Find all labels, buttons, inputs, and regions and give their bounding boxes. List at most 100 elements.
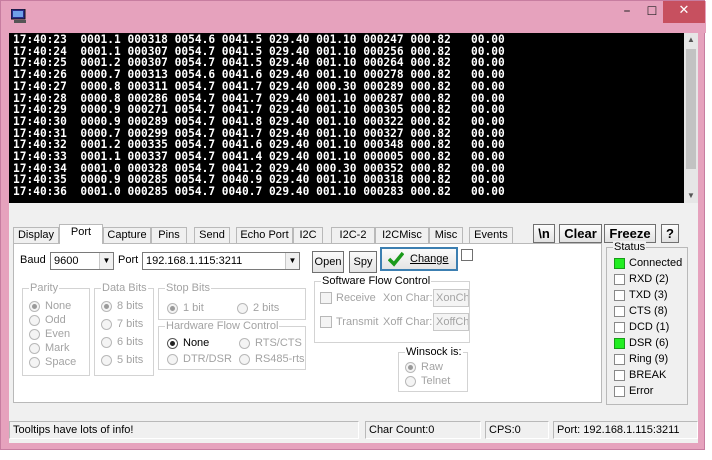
tab-echo-port[interactable]: Echo Port [236,227,293,243]
terminal-scrollbar[interactable]: ▲ ▼ [684,33,698,203]
tab-send[interactable]: Send [194,227,230,243]
winsock-telnet-label: Telnet [421,375,451,387]
app-terminal-icon [11,9,26,23]
stop-bits-1-radio[interactable] [167,303,178,314]
data-bits-6-radio[interactable] [101,337,112,348]
status-bar: Tooltips have lots of info! Char Count:0… [9,419,698,441]
port-label: Port [118,254,139,266]
data-bits-7-radio[interactable] [101,319,112,330]
parity-none-radio[interactable] [29,301,40,312]
status-led-icon [614,386,625,397]
receive-checkbox[interactable] [320,292,332,304]
help-button[interactable]: ? [661,224,679,243]
data-bits-8-radio[interactable] [101,301,112,312]
baud-value: 9600 [54,255,79,267]
hw-flow-rs485-label: RS485-rts [255,353,305,365]
maximize-button[interactable]: ☐ [641,1,663,23]
stop-bits-title: Stop Bits [165,282,212,294]
status-item-label: DSR (6) [629,337,669,349]
status-item-label: BREAK [629,369,667,381]
hw-flow-dtrdsr-label: DTR/DSR [183,353,232,365]
minimize-button[interactable]: – [613,1,641,23]
software-flow-title: Software Flow Control [321,275,432,287]
transmit-checkbox[interactable] [320,316,332,328]
xon-label: Xon Char: [383,292,433,304]
status-led-icon [614,290,625,301]
status-led-icon [614,338,625,349]
terminal-text: 17:40:23 0001.1 000318 0054.6 0041.5 029… [13,33,505,199]
hw-flow-none-label: None [183,337,210,349]
winsock-raw-radio[interactable] [405,362,416,373]
chevron-down-icon[interactable]: ▼ [99,253,113,269]
tab-events[interactable]: Events [469,227,513,243]
data-bits-5-label: 5 bits [117,354,144,366]
tab-bar: Display Port Capture Pins Send Echo Port… [9,219,698,244]
scroll-up-icon[interactable]: ▲ [684,33,698,47]
tab-display[interactable]: Display [13,227,59,243]
parity-space-label: Space [45,356,77,368]
spy-button[interactable]: Spy [349,251,377,273]
xoff-label: Xoff Char: [383,316,433,328]
client-area: 17:40:23 0001.1 000318 0054.6 0041.5 029… [9,33,698,443]
newline-button[interactable]: \n [533,224,555,243]
scroll-down-icon[interactable]: ▼ [684,189,698,203]
xon-char-input[interactable]: XonCh [433,289,469,307]
status-tip: Tooltips have lots of info! [9,421,359,439]
status-led-icon [614,274,625,285]
software-flow-group: Software Flow Control Receive Xon Char: … [314,275,470,343]
parity-odd-label: Odd [45,314,66,326]
port-select[interactable]: 192.168.1.115:3211 ▼ [142,252,300,270]
close-button[interactable]: ✕ [663,1,705,23]
scroll-thumb[interactable] [686,49,696,169]
status-item-label: Connected [629,257,683,269]
status-char-count: Char Count:0 [365,421,481,439]
chevron-down-icon[interactable]: ▼ [285,253,299,269]
hw-flow-dtrdsr-radio[interactable] [167,354,178,365]
status-item-label: RXD (2) [629,273,669,285]
hw-flow-rs485-radio[interactable] [239,354,250,365]
status-cps: CPS:0 [485,421,549,439]
change-checkbox[interactable] [461,249,473,261]
tab-capture[interactable]: Capture [103,227,151,243]
status-item-label: Error [629,385,654,397]
terminal-output[interactable]: 17:40:23 0001.1 000318 0054.6 0041.5 029… [9,33,684,203]
xoff-char-input[interactable]: XoffCh [433,313,469,331]
tab-i2c[interactable]: I2C [293,227,323,243]
port-settings-panel: Baud 9600 ▼ Port 192.168.1.115:3211 ▼ Op… [13,243,602,403]
port-value: 192.168.1.115:3211 [146,255,243,267]
status-title: Status [613,241,647,253]
baud-select[interactable]: 9600 ▼ [50,252,114,270]
title-bar[interactable]: – ☐ ✕ [1,1,706,33]
hw-flow-none-radio[interactable] [167,338,178,349]
data-bits-5-radio[interactable] [101,355,112,366]
status-led-icon [614,322,625,333]
status-led-icon [614,258,625,269]
baud-label: Baud [20,254,46,266]
app-window: – ☐ ✕ 17:40:23 0001.1 000318 0054.6 0041… [0,0,706,450]
tab-i2cmisc[interactable]: I2CMisc [375,227,429,243]
data-bits-title: Data Bits [101,282,148,294]
winsock-raw-label: Raw [421,361,444,373]
hw-flow-rtscts-label: RTS/CTS [255,337,302,349]
tab-i2c-2[interactable]: I2C-2 [331,227,375,243]
winsock-group: Winsock is: Raw Telnet [398,346,468,392]
stop-bits-2-label: 2 bits [253,302,280,314]
status-led-icon [614,354,625,365]
tab-port[interactable]: Port [59,224,103,244]
tab-pins[interactable]: Pins [151,227,187,243]
tab-misc[interactable]: Misc [429,227,463,243]
data-bits-7-label: 7 bits [117,318,144,330]
change-button[interactable]: Change [380,247,458,271]
hw-flow-rtscts-radio[interactable] [239,338,250,349]
winsock-telnet-radio[interactable] [405,376,416,387]
change-label: Change [410,253,449,265]
parity-mark-radio[interactable] [29,343,40,354]
stop-bits-2-radio[interactable] [237,303,248,314]
parity-space-radio[interactable] [29,357,40,368]
clear-button[interactable]: Clear [559,224,602,243]
status-group: Status Connected RXD (2) TXD (3) CTS (8) DCD… [606,241,688,405]
status-item-label: DCD (1) [629,321,670,333]
open-button[interactable]: Open [312,251,344,273]
parity-even-radio[interactable] [29,329,40,340]
parity-odd-radio[interactable] [29,315,40,326]
